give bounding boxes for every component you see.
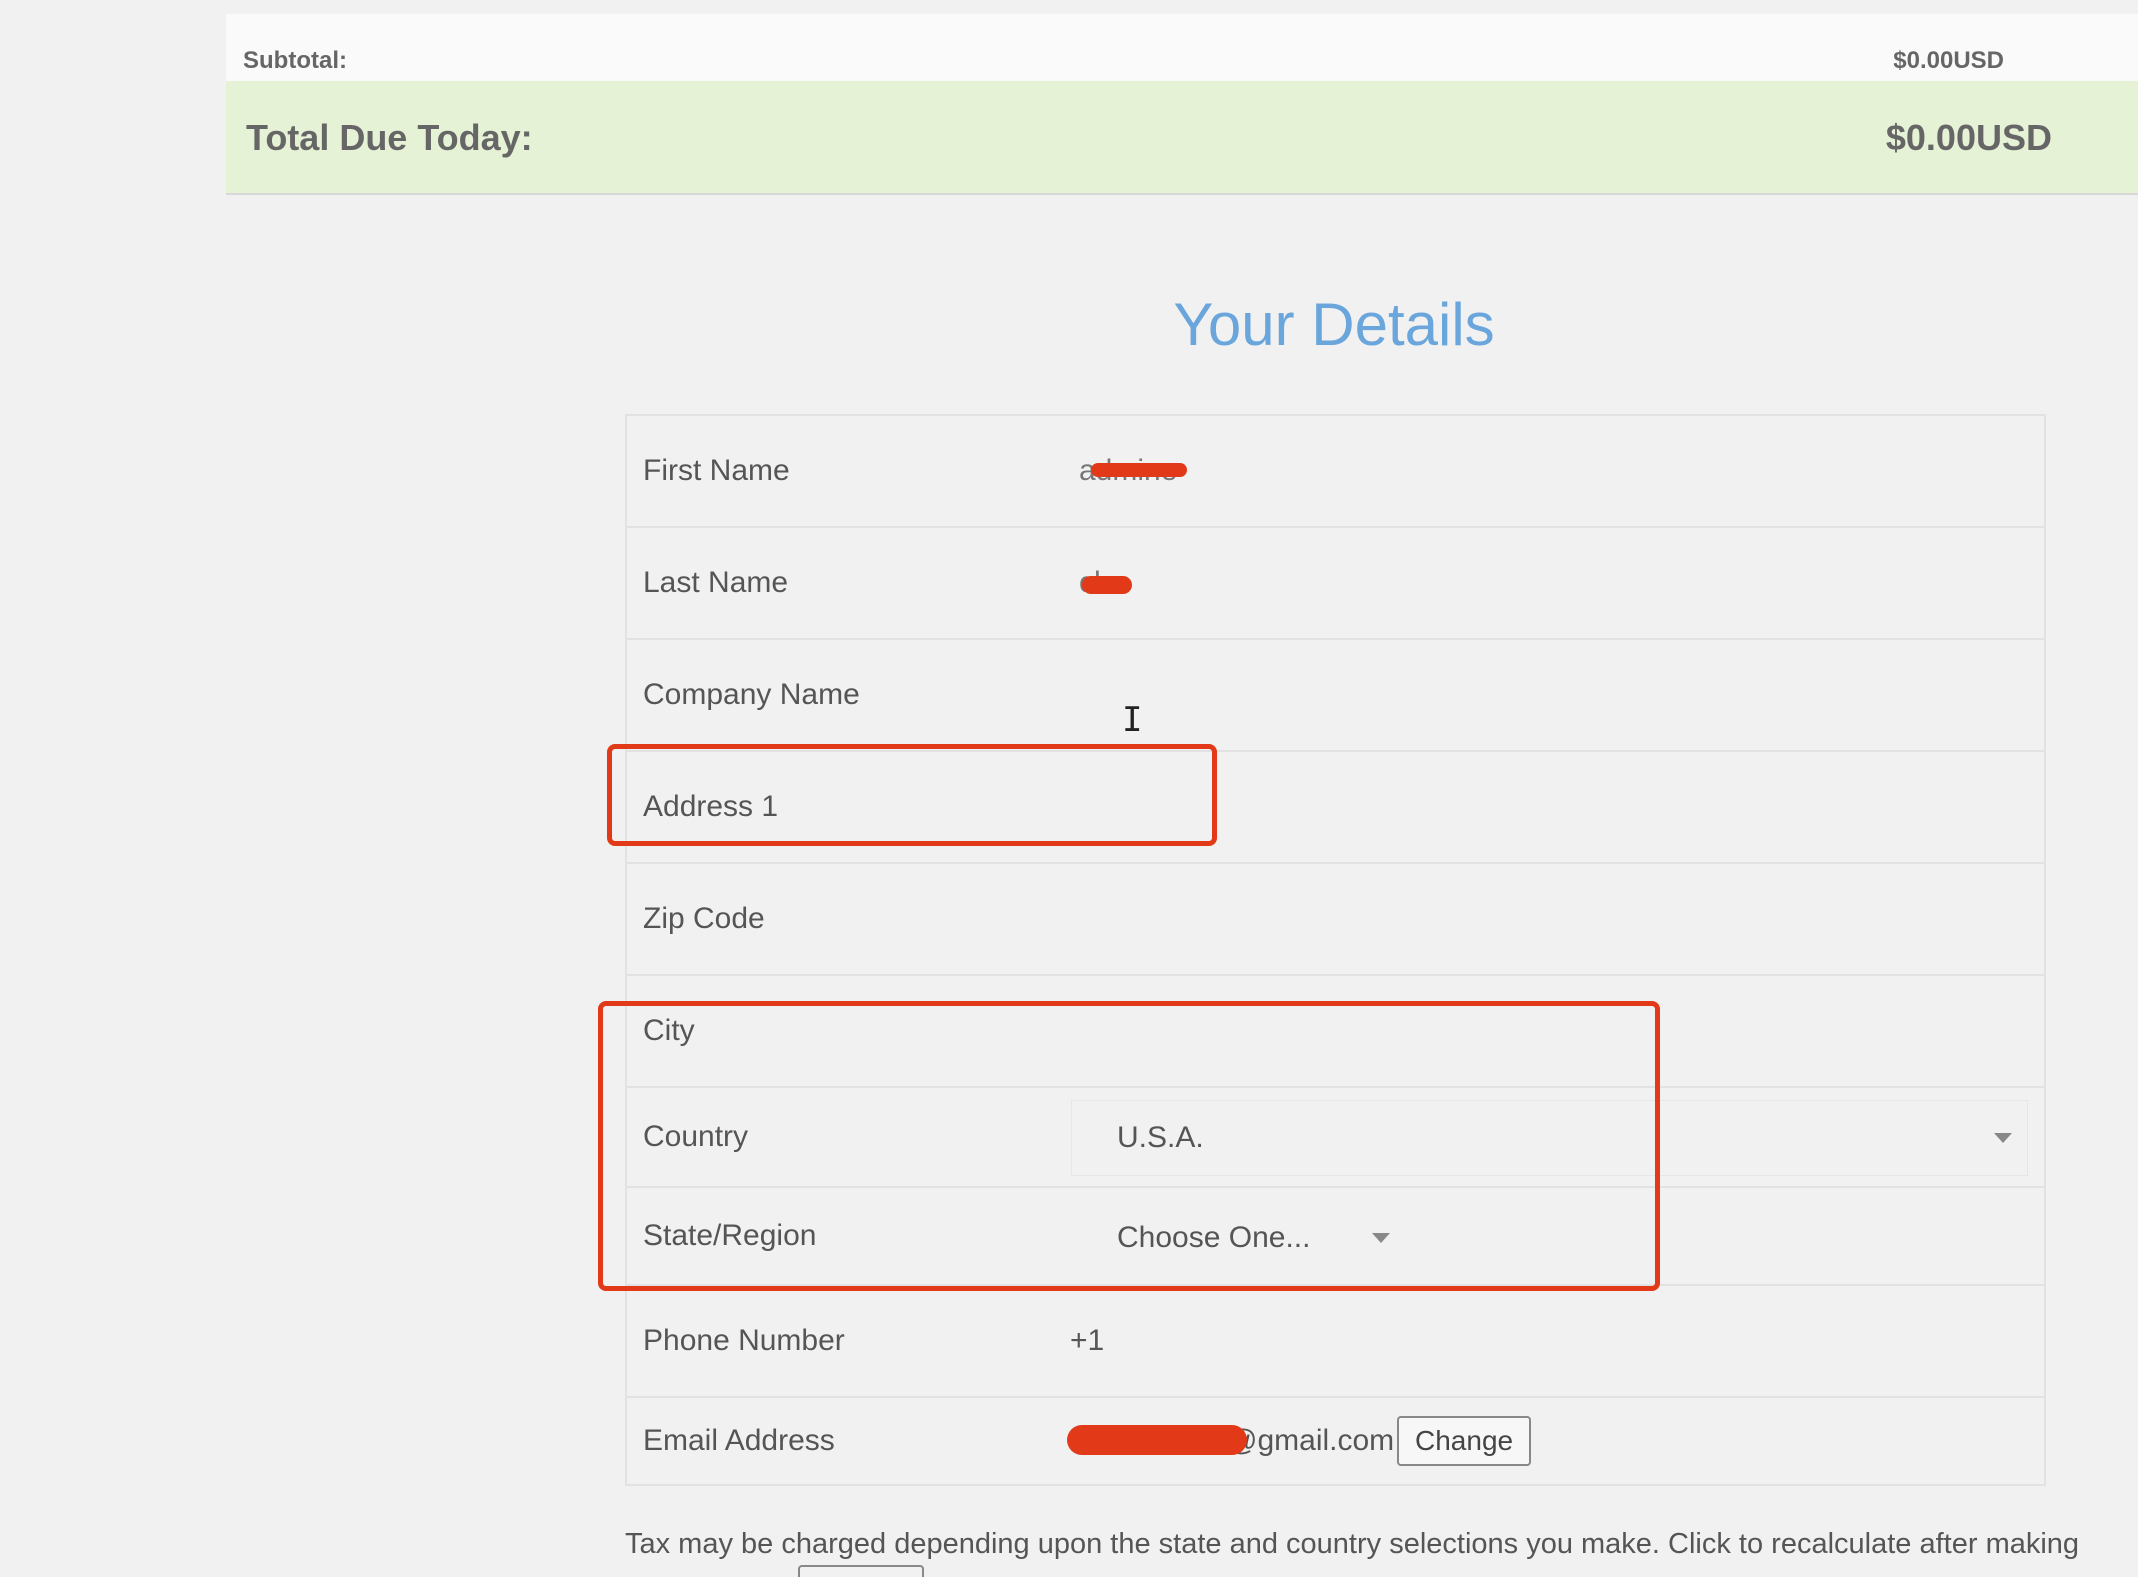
total-due-label: Total Due Today: — [246, 117, 533, 158]
tax-note: Tax may be charged depending upon the st… — [625, 1528, 2080, 1560]
address1-label: Address 1 — [643, 790, 779, 823]
state-label: State/Region — [643, 1219, 817, 1252]
state-select[interactable]: Choose One... — [1071, 1200, 1413, 1276]
phone-field[interactable]: +1 — [1070, 1324, 1104, 1358]
top-strip — [226, 0, 2138, 15]
email-label: Email Address — [643, 1424, 835, 1457]
redaction-mark — [1091, 463, 1187, 477]
company-name-row: Company Name — [627, 640, 2044, 752]
chevron-down-icon — [1994, 1133, 2012, 1143]
state-row: State/Region Choose One... — [627, 1188, 2044, 1286]
redaction-mark — [1067, 1425, 1247, 1455]
first-name-row: First Name admine — [627, 416, 2044, 528]
first-name-label: First Name — [643, 454, 790, 487]
phone-row: Phone Number +1 — [627, 1286, 2044, 1398]
text-cursor-icon: I — [1122, 700, 1143, 740]
country-label: Country — [643, 1120, 749, 1153]
address1-row: Address 1 — [627, 752, 2044, 864]
subtotal-row: Subtotal: $0.00USD — [226, 14, 2138, 82]
country-selected-value: U.S.A. — [1117, 1121, 1204, 1154]
chevron-down-icon — [1372, 1233, 1390, 1243]
email-row: Email Address @gmail.com Change — [627, 1398, 2044, 1484]
company-name-label: Company Name — [643, 678, 860, 711]
total-due-value: $0.00USD — [1885, 117, 2052, 158]
city-label: City — [643, 1014, 695, 1047]
change-email-button[interactable]: Change — [1397, 1416, 1532, 1466]
phone-label: Phone Number — [643, 1324, 845, 1357]
zip-code-row: Zip Code — [627, 864, 2044, 976]
zip-code-label: Zip Code — [643, 902, 765, 935]
country-row: Country U.S.A. — [627, 1088, 2044, 1188]
city-row: City — [627, 976, 2044, 1088]
state-selected-value: Choose One... — [1117, 1221, 1311, 1254]
total-due-row: Total Due Today: $0.00USD — [226, 81, 2138, 195]
subtotal-value: $0.00USD — [1893, 47, 2004, 74]
email-value: @gmail.com — [1227, 1424, 1395, 1457]
last-name-label: Last Name — [643, 566, 789, 599]
redaction-mark — [1082, 576, 1132, 594]
recalculate-button[interactable] — [798, 1565, 924, 1577]
subtotal-label: Subtotal: — [243, 47, 347, 74]
country-select[interactable]: U.S.A. — [1071, 1100, 2028, 1176]
section-title: Your Details — [1173, 291, 1495, 358]
details-form: First Name admine Last Name chu Company … — [625, 414, 2046, 1486]
last-name-row: Last Name chu — [627, 528, 2044, 640]
